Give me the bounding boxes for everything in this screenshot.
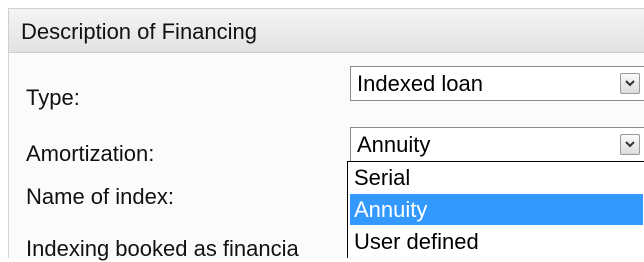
dropdown-option-annuity[interactable]: Annuity (350, 194, 643, 225)
amortization-select-value: Annuity (357, 132, 431, 157)
chevron-down-icon[interactable] (620, 73, 640, 94)
dropdown-option-serial[interactable]: Serial (350, 162, 643, 193)
amortization-dropdown-list[interactable]: Serial Annuity User defined (347, 161, 644, 258)
type-select[interactable]: Indexed loan (350, 66, 644, 101)
amortization-label: Amortization: (26, 141, 155, 166)
chevron-down-icon[interactable] (620, 134, 640, 155)
type-select-value: Indexed loan (357, 71, 483, 96)
index-name-label: Name of index: (26, 184, 174, 209)
dropdown-option-user-defined[interactable]: User defined (350, 226, 643, 257)
amortization-select[interactable]: Annuity (350, 127, 644, 162)
section-title: Description of Financing (21, 19, 258, 44)
section-header: Description of Financing (8, 8, 644, 53)
type-label: Type: (26, 85, 80, 110)
indexing-booked-label: Indexing booked as financia (26, 236, 299, 261)
